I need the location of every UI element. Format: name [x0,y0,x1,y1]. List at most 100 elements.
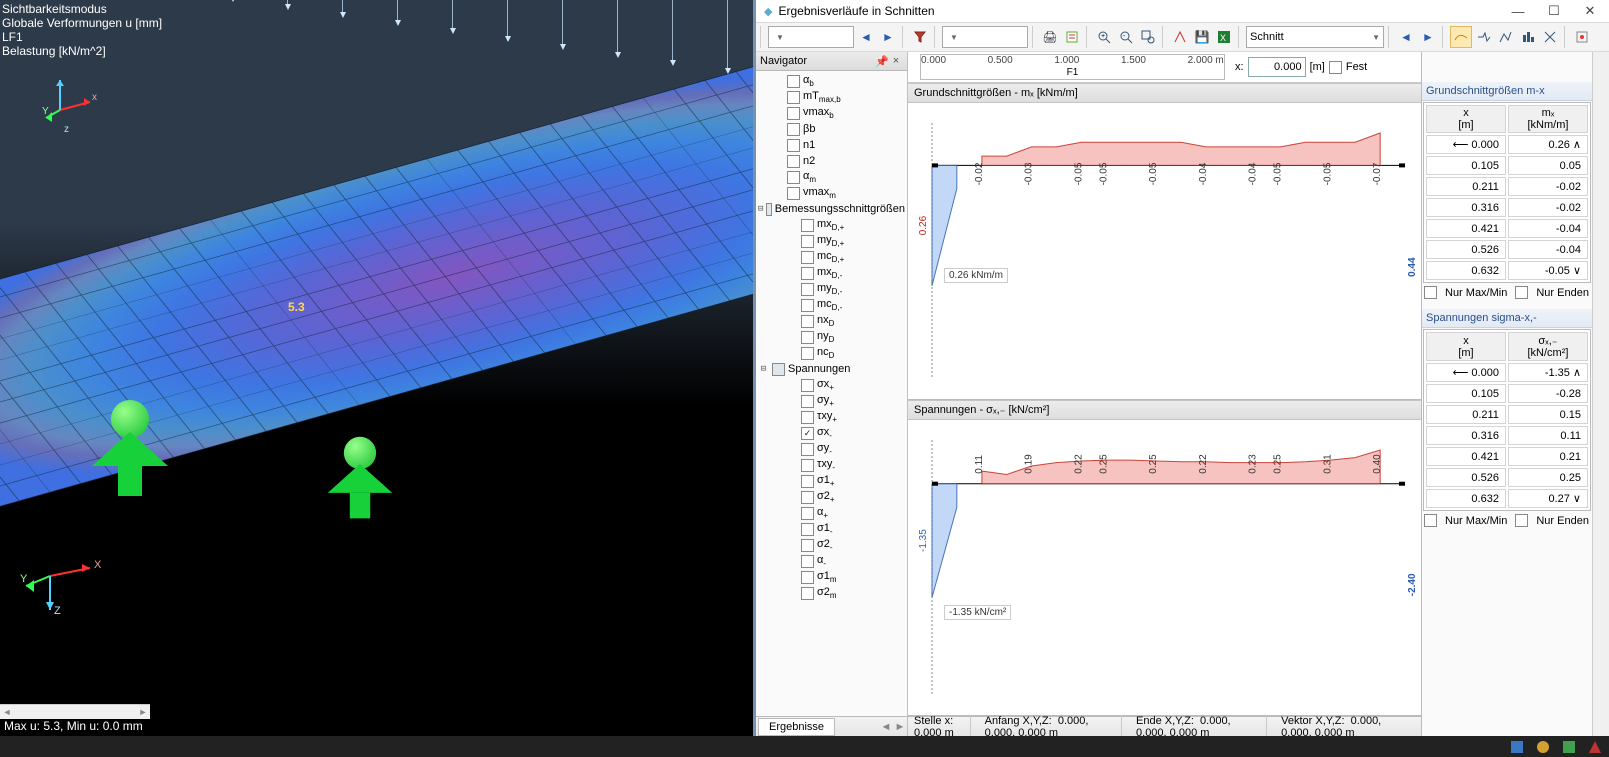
cb-maxmin-1[interactable] [1424,286,1437,299]
tree-item[interactable]: vmaxb [756,105,907,121]
tree-item[interactable]: nyD [756,329,907,345]
zoom-window-icon[interactable] [1138,27,1158,47]
cb-enden-2[interactable] [1515,514,1528,527]
tree-item[interactable]: myD,+ [756,233,907,249]
table-row[interactable]: 0.5260.25 [1426,468,1588,487]
cb-enden-1[interactable] [1515,286,1528,299]
tree-item[interactable]: βb [756,121,907,137]
filter-icon[interactable] [910,27,930,47]
tab-scroll-left-icon[interactable]: ◄ [879,721,893,733]
combo-2[interactable]: ▼ [942,26,1028,48]
report-icon[interactable] [1062,27,1082,47]
tree-item[interactable]: mcD,- [756,297,907,313]
settings-icon[interactable] [1572,27,1592,47]
tree-item[interactable]: σx+ [756,377,907,393]
mode-e-icon[interactable] [1540,27,1560,47]
tree-item[interactable]: σ1- [756,521,907,537]
section-next-icon[interactable]: ► [1418,27,1438,47]
mode-c-icon[interactable] [1496,27,1516,47]
tree-item[interactable]: τxy+ [756,409,907,425]
close-button[interactable]: ✕ [1575,1,1605,21]
tree-item[interactable]: myD,- [756,281,907,297]
tree-item[interactable]: mxD,+ [756,217,907,233]
table-row[interactable]: 0.3160.11 [1426,426,1588,445]
combo-section[interactable]: Schnitt▼ [1246,26,1384,48]
table-row[interactable]: 0.632-0.05 ∨ [1426,261,1588,280]
excel-icon[interactable]: X [1214,27,1234,47]
tab-ergebnisse[interactable]: Ergebnisse [758,718,835,736]
tree-item[interactable]: τxy- [756,457,907,473]
tree-item[interactable]: σ2- [756,537,907,553]
table-row[interactable]: 0.6320.27 ∨ [1426,489,1588,508]
tree-item[interactable]: vmaxm [756,185,907,201]
section-prev-icon[interactable]: ◄ [1396,27,1416,47]
tree-item[interactable]: mxD,- [756,265,907,281]
tool-a-icon[interactable] [1170,27,1190,47]
tree-item[interactable]: αm [756,169,907,185]
tree-item[interactable]: n1 [756,137,907,153]
data-table[interactable]: x[m]mₓ[kNm/m]⟵ 0.0000.26 ∧0.1050.05 0.21… [1423,102,1591,283]
tree-group[interactable]: ⊟Bemessungsschnittgrößen [756,201,907,217]
navigator-tree[interactable]: αbmTmax,bvmaxbβbn1n2αmvmaxm⊟Bemessungssc… [756,71,907,716]
tree-item[interactable]: σ2m [756,585,907,601]
print-icon[interactable]: 🖨 [1040,27,1060,47]
cb-maxmin-2[interactable] [1424,514,1437,527]
tree-item[interactable]: αb [756,73,907,89]
tree-item[interactable]: σ1+ [756,473,907,489]
maximize-button[interactable]: ☐ [1539,1,1569,21]
nav-prev-icon[interactable]: ◄ [856,27,876,47]
tree-item[interactable]: mTmax,b [756,89,907,105]
table-row[interactable]: 0.526-0.04 [1426,240,1588,259]
navigator-close-icon[interactable]: × [889,55,903,67]
tab-scroll-right-icon[interactable]: ► [893,721,907,733]
zoom-in-icon[interactable]: + [1094,27,1114,47]
tree-item[interactable]: σy+ [756,393,907,409]
svg-text:X: X [94,559,102,571]
combo-loadcase[interactable]: ▼ [768,26,854,48]
sb-icon-3[interactable] [1561,739,1577,755]
side-scrollbar[interactable] [1592,52,1609,736]
dialog-titlebar[interactable]: ◆ Ergebnisverläufe in Schnitten — ☐ ✕ [756,0,1609,22]
tree-item[interactable]: σ1m [756,569,907,585]
viewport-3d[interactable]: SichtbarkeitsmodusGlobale Verformungen u… [0,0,753,736]
svg-text:0.40: 0.40 [1372,453,1383,473]
svg-text:-0.05: -0.05 [1098,162,1109,185]
zoom-out-icon[interactable]: - [1116,27,1136,47]
nav-next-icon[interactable]: ► [878,27,898,47]
chart-sigma[interactable]: 0.110.190.220.250.250.220.230.250.310.40… [908,420,1421,716]
x-input[interactable] [1248,57,1306,77]
mode-d-icon[interactable] [1518,27,1538,47]
table-row[interactable]: 0.2110.15 [1426,405,1588,424]
tree-item[interactable]: α- [756,553,907,569]
load-arrows [120,0,753,120]
svg-text:-0.03: -0.03 [1024,162,1035,185]
tree-item[interactable]: mcD,+ [756,249,907,265]
table-row[interactable]: 0.211-0.02 [1426,177,1588,196]
table-row[interactable]: 0.4210.21 [1426,447,1588,466]
tree-item[interactable]: α+ [756,505,907,521]
table-row[interactable]: 0.316-0.02 [1426,198,1588,217]
table-row[interactable]: 0.1050.05 [1426,156,1588,175]
sb-icon-2[interactable] [1535,739,1551,755]
table-row[interactable]: 0.421-0.04 [1426,219,1588,238]
table-row[interactable]: 0.105-0.28 [1426,384,1588,403]
table-row[interactable]: ⟵ 0.000-1.35 ∧ [1426,363,1588,382]
table-row[interactable]: ⟵ 0.0000.26 ∧ [1426,135,1588,154]
minimize-button[interactable]: — [1503,1,1533,21]
tree-item[interactable]: nxD [756,313,907,329]
tree-item[interactable]: n2 [756,153,907,169]
tree-item[interactable]: ncD [756,345,907,361]
sb-icon-1[interactable] [1509,739,1525,755]
sb-icon-4[interactable] [1587,739,1603,755]
mode-smooth-icon[interactable] [1450,26,1472,48]
save-icon[interactable]: 💾 [1192,27,1212,47]
fest-checkbox[interactable] [1329,61,1342,74]
chart-mx[interactable]: -0.02-0.03-0.05-0.05-0.05-0.04-0.04-0.05… [908,103,1421,399]
tree-item[interactable]: σ2+ [756,489,907,505]
tree-item[interactable]: ✓σx- [756,425,907,441]
data-table[interactable]: x[m]σₓ,₋[kN/cm²]⟵ 0.000-1.35 ∧0.105-0.28… [1423,329,1591,511]
tree-item[interactable]: σy- [756,441,907,457]
navigator-pin-icon[interactable]: 📌 [875,55,889,68]
mode-b-icon[interactable] [1474,27,1494,47]
tree-group[interactable]: ⊟Spannungen [756,361,907,377]
